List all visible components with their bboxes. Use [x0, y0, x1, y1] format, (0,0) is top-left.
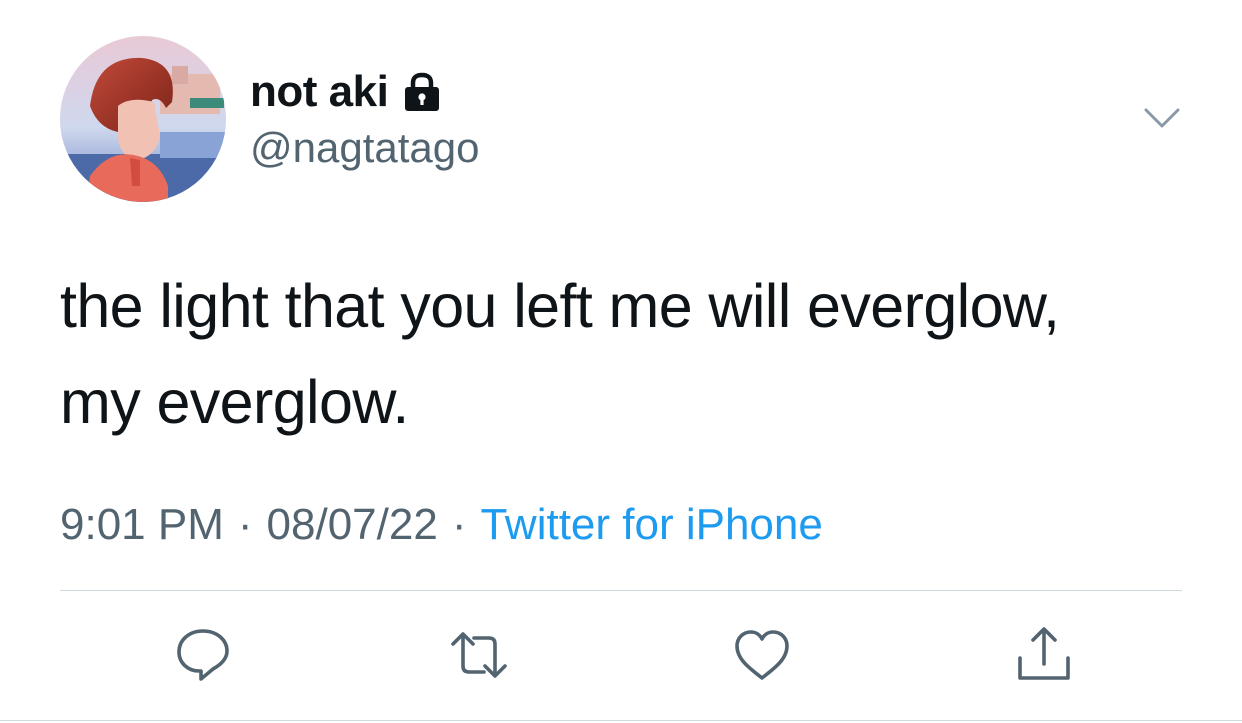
- tweet-time[interactable]: 9:01 PM: [60, 500, 224, 549]
- share-button[interactable]: [1011, 622, 1077, 688]
- like-button[interactable]: [729, 622, 795, 688]
- reply-button[interactable]: [170, 622, 236, 688]
- tweet-card: not aki @nagtatago the light that you le…: [0, 0, 1242, 723]
- display-name[interactable]: not aki: [250, 67, 389, 117]
- tweet-text-line: my everglow.: [60, 368, 409, 436]
- retweet-button[interactable]: [446, 622, 512, 688]
- chevron-down-icon[interactable]: [1140, 100, 1184, 136]
- tweet-date[interactable]: 08/07/22: [267, 500, 438, 549]
- user-handle[interactable]: @nagtatago: [250, 124, 479, 172]
- tweet-text-line: the light that you left me will everglow…: [60, 272, 1060, 340]
- reply-icon: [177, 629, 229, 681]
- tweet-source-link[interactable]: Twitter for iPhone: [480, 500, 822, 549]
- like-icon: [735, 630, 789, 680]
- retweet-icon: [451, 632, 507, 678]
- avatar[interactable]: [60, 36, 226, 202]
- meta-separator: ·: [451, 500, 467, 549]
- bottom-divider: [0, 720, 1242, 721]
- divider: [60, 590, 1182, 591]
- share-icon: [1018, 627, 1070, 680]
- avatar-image: [60, 36, 226, 202]
- meta-separator: ·: [237, 500, 253, 549]
- tweet-meta: 9:01 PM · 08/07/22 · Twitter for iPhone: [60, 500, 823, 550]
- lock-icon: [400, 70, 444, 114]
- tweet-text: the light that you left me will everglow…: [60, 258, 1200, 450]
- display-name-row: not aki: [250, 64, 444, 120]
